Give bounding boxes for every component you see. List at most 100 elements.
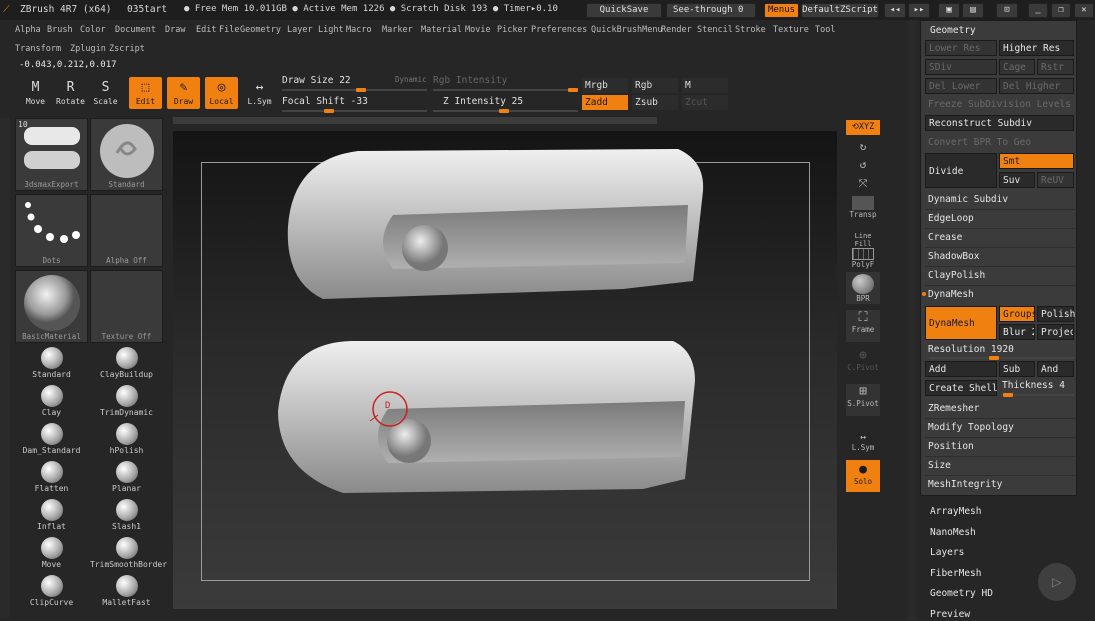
sub-button[interactable]: Sub (999, 361, 1035, 377)
menus-button[interactable]: Menus (764, 3, 799, 18)
nav-left-icon[interactable]: ◂◂ (884, 3, 906, 18)
zremesher-section[interactable]: ZRemesher (925, 400, 979, 417)
brush-trimdynamic[interactable]: TrimDynamic (90, 382, 163, 419)
rstr-button[interactable]: Rstr (1037, 59, 1074, 75)
add-button[interactable]: Add (925, 361, 997, 377)
suv-toggle[interactable]: Suv (999, 172, 1035, 188)
cage-button[interactable]: Cage (999, 59, 1035, 75)
crease-section[interactable]: Crease (925, 229, 962, 246)
viewport-canvas[interactable]: D (173, 131, 837, 609)
cpivot-button[interactable]: ⊕ C.Pivot (846, 348, 880, 372)
mrgb-button[interactable]: Mrgb (582, 78, 628, 93)
m-button[interactable]: M (682, 78, 728, 93)
lock-icon[interactable]: ⊡ (996, 3, 1018, 18)
xyz-symmetry-button[interactable]: ⟲XYZ (846, 120, 880, 135)
nanomesh-palette[interactable]: NanoMesh (930, 527, 976, 538)
focal-shift-label[interactable]: Focal Shift -33 (282, 96, 368, 107)
layout-icon[interactable]: ▣ (938, 3, 960, 18)
menu-texture[interactable]: Texture (773, 25, 809, 35)
brush-dam_standard[interactable]: Dam_Standard (15, 420, 88, 457)
brush-claybuildup[interactable]: ClayBuildup (90, 344, 163, 381)
lsym-right-button[interactable]: ↔ L.Sym (846, 432, 880, 452)
draw-size-label[interactable]: Draw Size 22 (282, 75, 351, 86)
menu-stencil[interactable]: Stencil (697, 25, 733, 35)
convert-bpr-button[interactable]: Convert BPR To Geo (925, 134, 1031, 151)
size-section[interactable]: Size (925, 457, 951, 474)
menu-color[interactable]: Color (80, 25, 106, 35)
stroke-thumbnail[interactable]: Dots (15, 194, 88, 267)
menu-alpha[interactable]: Alpha (15, 25, 41, 35)
thickness-slider-track[interactable] (1001, 393, 1074, 397)
menu-transform[interactable]: Transform (15, 44, 61, 54)
scale-tool-button[interactable]: S Scale (89, 77, 122, 109)
rgb-button[interactable]: Rgb (632, 78, 678, 93)
rotate-tool-button[interactable]: R Rotate (54, 77, 87, 109)
dynamic-subdiv-section[interactable]: Dynamic Subdiv (925, 191, 1008, 208)
draw-mode-button[interactable]: ✎ Draw (167, 77, 200, 109)
alpha-thumbnail[interactable]: Alpha Off (90, 194, 163, 267)
brush-trimsmoothborder[interactable]: TrimSmoothBorder (90, 534, 167, 571)
dynamic-label[interactable]: Dynamic (395, 75, 427, 84)
zcut-button[interactable]: Zcut (682, 95, 728, 110)
timeline-bar[interactable] (173, 117, 657, 124)
menu-edit[interactable]: Edit (196, 25, 216, 35)
resolution-slider-track[interactable] (929, 356, 1074, 360)
brush-clipcurve[interactable]: ClipCurve (15, 572, 88, 609)
reuv-button[interactable]: ReUV (1037, 172, 1074, 188)
menu-document[interactable]: Document (115, 25, 156, 35)
menu-render[interactable]: Render (661, 25, 692, 35)
minimize-icon[interactable]: ‗ (1028, 3, 1048, 18)
z-intensity-slider[interactable] (433, 109, 578, 113)
brush-clay[interactable]: Clay (15, 382, 88, 419)
freeze-subdivision-button[interactable]: Freeze SubDivision Levels (925, 96, 1071, 113)
brush-standard[interactable]: Standard (15, 344, 88, 381)
see-through-slider[interactable]: See-through 0 (666, 3, 756, 18)
geometry-header[interactable]: Geometry (927, 22, 976, 39)
arraymesh-palette[interactable]: ArrayMesh (930, 506, 981, 517)
smt-toggle[interactable]: Smt (999, 153, 1074, 169)
quicksave-button[interactable]: QuickSave (586, 3, 662, 18)
menu-movie[interactable]: Movie (465, 25, 491, 35)
dynamesh-section[interactable]: DynaMesh (925, 286, 974, 303)
menu-macro[interactable]: Macro (346, 25, 372, 35)
divide-button[interactable]: Divide (925, 153, 997, 188)
nav-right-icon[interactable]: ▸▸ (908, 3, 930, 18)
geometry-hd-palette[interactable]: Geometry HD (930, 588, 993, 599)
close-icon[interactable]: ✕ (1074, 3, 1094, 18)
resolution-slider[interactable]: Resolution 1920 (925, 341, 1014, 358)
rgb-intensity-label[interactable]: Rgb Intensity (433, 75, 507, 86)
project-toggle[interactable]: Projec (1037, 324, 1074, 340)
default-zscript-button[interactable]: DefaultZScript (801, 3, 879, 18)
texture-thumbnail[interactable]: Texture Off (90, 270, 163, 343)
polish-toggle[interactable]: Polish (1037, 306, 1075, 322)
brush-malletfast[interactable]: MalletFast (90, 572, 163, 609)
draw-size-slider[interactable] (282, 88, 427, 92)
lsym-button[interactable]: ↔ L.Sym (243, 77, 276, 109)
claypolish-section[interactable]: ClayPolish (925, 267, 985, 284)
zadd-button[interactable]: Zadd (582, 95, 628, 110)
del-lower-button[interactable]: Del Lower (925, 78, 997, 94)
z-intensity-label[interactable]: Z Intensity 25 (443, 96, 523, 107)
right-tray-handle[interactable] (907, 20, 917, 620)
layout-alt-icon[interactable]: ▤ (962, 3, 984, 18)
transp-button[interactable]: Transp (846, 196, 880, 219)
blur-slider[interactable]: Blur 2 (999, 324, 1035, 340)
preview-palette[interactable]: Preview (930, 609, 970, 620)
menu-draw[interactable]: Draw (165, 25, 185, 35)
rotate-free-icon[interactable]: ⤧ (846, 177, 880, 191)
create-shell-button[interactable]: Create Shell (925, 380, 998, 396)
layers-palette[interactable]: Layers (930, 547, 964, 558)
brush-planar[interactable]: Planar (90, 458, 163, 495)
menu-stroke[interactable]: Stroke (735, 25, 766, 35)
menu-geometry[interactable]: Geometry (240, 25, 281, 35)
spivot-button[interactable]: ⊞ S.Pivot (846, 384, 880, 416)
del-higher-button[interactable]: Del Higher (999, 78, 1074, 94)
frame-button[interactable]: ⛶ Frame (846, 310, 880, 342)
brush-flatten[interactable]: Flatten (15, 458, 88, 495)
menu-layer[interactable]: Layer (287, 25, 313, 35)
bpr-button[interactable]: BPR (846, 272, 880, 304)
lower-res-button[interactable]: Lower Res (925, 40, 997, 56)
sdiv-slider[interactable]: SDiv (925, 59, 997, 75)
left-tray-handle[interactable] (0, 118, 10, 618)
rotate-z-icon[interactable]: ↺ (846, 158, 880, 171)
